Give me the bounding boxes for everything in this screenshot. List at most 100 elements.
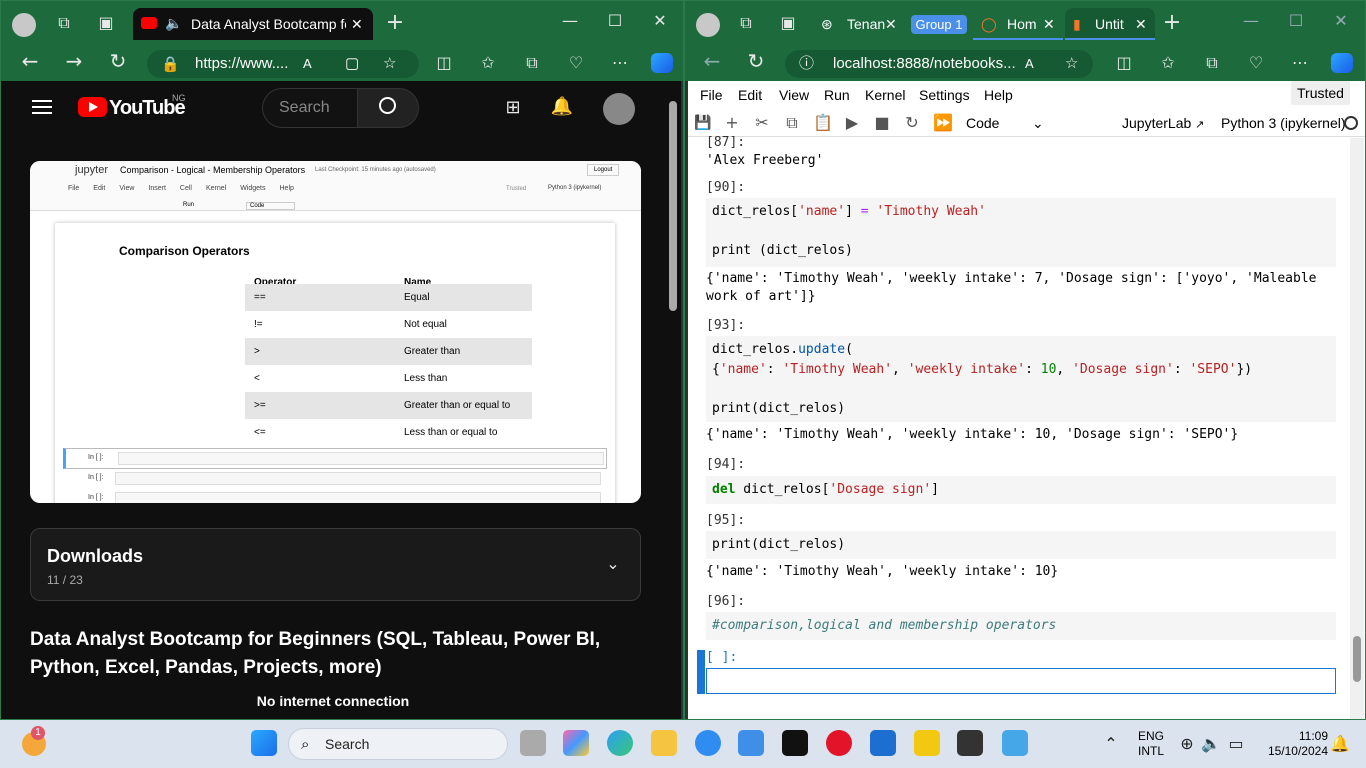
tab-actions-icon[interactable]: ▣ <box>777 13 799 33</box>
language-indicator[interactable]: ENG INTL <box>1136 729 1166 759</box>
cell-type-select[interactable]: Code ⌄ <box>966 113 1046 133</box>
more-icon[interactable]: ⋯ <box>1289 53 1311 73</box>
volume-icon[interactable]: 🔈 <box>1201 734 1221 754</box>
clock[interactable]: 11:09 15/10/2024 <box>1258 729 1328 759</box>
new-code-cell[interactable] <box>706 668 1336 694</box>
search-input[interactable]: Search <box>262 88 357 128</box>
capcut-icon[interactable] <box>782 730 808 756</box>
read-aloud-icon[interactable]: A <box>303 50 312 78</box>
file-explorer-icon[interactable] <box>651 730 677 756</box>
copy-icon[interactable]: ⧉ <box>783 113 801 133</box>
read-aloud-icon[interactable]: A <box>1025 50 1034 78</box>
profile-icon[interactable] <box>12 13 36 37</box>
new-tab-icon[interactable]: + <box>384 12 406 34</box>
menu-settings[interactable]: Settings <box>919 81 970 109</box>
tab-group-label[interactable]: Group 1 <box>911 15 967 34</box>
scrollbar[interactable] <box>665 81 681 719</box>
paste-icon[interactable]: 📋 <box>813 113 833 133</box>
task-view-icon[interactable] <box>520 730 546 756</box>
new-tab-icon[interactable]: + <box>1161 12 1183 34</box>
menu-help[interactable]: Help <box>984 81 1013 109</box>
collections-icon[interactable]: ⧉ <box>521 53 543 73</box>
notebook-scrollbar[interactable] <box>1350 138 1364 719</box>
terminal-icon[interactable] <box>957 730 983 756</box>
profile-icon[interactable] <box>696 13 720 37</box>
taskbar-search[interactable]: ⌕ Search <box>288 728 508 760</box>
opera-icon[interactable] <box>826 730 852 756</box>
tab-home[interactable]: ◯ Hom ✕ <box>973 8 1063 40</box>
edge-icon[interactable] <box>607 730 633 756</box>
code-cell[interactable]: dict_relos['name'] = 'Timothy Weah' prin… <box>706 198 1336 267</box>
menu-view[interactable]: View <box>779 81 809 109</box>
maximize-icon[interactable]: ☐ <box>1285 11 1307 31</box>
notifications-bell-icon[interactable]: 🔔 <box>550 97 574 117</box>
trusted-badge[interactable]: Trusted <box>1291 81 1350 105</box>
tab-tenant[interactable]: ⊛ Tenan ✕ <box>813 8 903 40</box>
battery-icon[interactable]: ▭ <box>1226 734 1246 754</box>
myhp-icon[interactable] <box>870 730 896 756</box>
maximize-icon[interactable]: ☐ <box>604 11 626 31</box>
scrollbar-thumb[interactable] <box>669 101 677 311</box>
kernel-name[interactable]: Python 3 (ipykernel) <box>1221 113 1346 133</box>
split-screen-icon[interactable]: ◫ <box>433 53 455 73</box>
back-icon[interactable]: ← <box>701 51 723 71</box>
chevron-down-icon[interactable]: ⌄ <box>603 554 623 574</box>
performance-icon[interactable]: ♡ <box>1245 53 1267 73</box>
jupyterlab-link[interactable]: JupyterLab ↗ <box>1122 113 1204 135</box>
menu-edit[interactable]: Edit <box>738 81 762 109</box>
restart-icon[interactable]: ↻ <box>903 113 921 133</box>
scrollbar-thumb[interactable] <box>1353 636 1361 682</box>
favorite-icon[interactable]: ☆ <box>1065 50 1078 78</box>
copilot-icon[interactable] <box>651 53 673 73</box>
app-icon[interactable]: ▢ <box>345 50 359 78</box>
network-icon[interactable]: ⊕ <box>1178 734 1196 754</box>
workspaces-icon[interactable]: ⧉ <box>53 13 75 33</box>
copilot-icon[interactable] <box>1331 53 1353 73</box>
close-tab-icon[interactable]: ✕ <box>885 8 897 40</box>
workspaces-icon[interactable]: ⧉ <box>735 13 757 33</box>
close-tab-icon[interactable]: ✕ <box>1043 8 1055 38</box>
close-window-icon[interactable]: ✕ <box>649 11 671 31</box>
refresh-icon[interactable]: ↻ <box>107 51 129 71</box>
copilot-app-icon[interactable] <box>563 730 589 756</box>
get-help-icon[interactable] <box>695 730 721 756</box>
close-window-icon[interactable]: ✕ <box>1330 11 1352 31</box>
menu-run[interactable]: Run <box>824 81 850 109</box>
start-button-icon[interactable] <box>251 730 277 756</box>
url-field[interactable]: ⓘ localhost:8888/notebooks... A ☆ <box>785 50 1093 78</box>
menu-icon[interactable] <box>32 100 52 114</box>
run-icon[interactable]: ▶ <box>843 113 861 133</box>
favorites-icon[interactable]: ✩ <box>477 53 499 73</box>
audio-playing-icon[interactable]: 🔈 <box>165 8 182 40</box>
tab-youtube[interactable]: 🔈 Data Analyst Bootcamp for B ✕ <box>133 8 373 40</box>
code-cell[interactable]: #comparison,logical and membership opera… <box>706 612 1336 640</box>
minimize-icon[interactable]: — <box>1240 11 1262 31</box>
notepad-icon[interactable] <box>1002 730 1028 756</box>
close-tab-icon[interactable]: ✕ <box>351 8 363 40</box>
menu-file[interactable]: File <box>700 81 723 109</box>
minimize-icon[interactable]: — <box>559 11 581 31</box>
youtube-logo-icon[interactable] <box>78 97 107 117</box>
menu-kernel[interactable]: Kernel <box>865 81 905 109</box>
tab-untitled[interactable]: ▮ Untit ✕ <box>1065 8 1155 40</box>
power-bi-icon[interactable] <box>914 730 940 756</box>
tab-actions-icon[interactable]: ▣ <box>95 13 117 33</box>
store-icon[interactable] <box>738 730 764 756</box>
create-video-icon[interactable]: ⊞ <box>501 98 525 118</box>
chevron-up-icon[interactable]: ⌃ <box>1102 734 1120 754</box>
cut-icon[interactable]: ✂ <box>753 113 771 133</box>
fast-forward-icon[interactable]: ⏩ <box>933 113 953 133</box>
video-thumbnail[interactable]: jupyter Comparison - Logical - Membershi… <box>30 161 641 503</box>
code-cell[interactable]: dict_relos.update( {'name': 'Timothy Wea… <box>706 336 1336 422</box>
favorite-icon[interactable]: ☆ <box>383 50 396 78</box>
insert-cell-icon[interactable]: + <box>723 113 741 133</box>
stop-icon[interactable]: ■ <box>873 113 891 133</box>
search-button[interactable] <box>357 88 419 128</box>
forward-icon[interactable]: → <box>63 51 85 71</box>
back-icon[interactable]: ← <box>19 51 41 71</box>
refresh-icon[interactable]: ↻ <box>745 51 767 71</box>
avatar[interactable] <box>603 93 635 125</box>
favorites-icon[interactable]: ✩ <box>1157 53 1179 73</box>
more-icon[interactable]: ⋯ <box>609 53 631 73</box>
close-tab-icon[interactable]: ✕ <box>1135 8 1147 38</box>
